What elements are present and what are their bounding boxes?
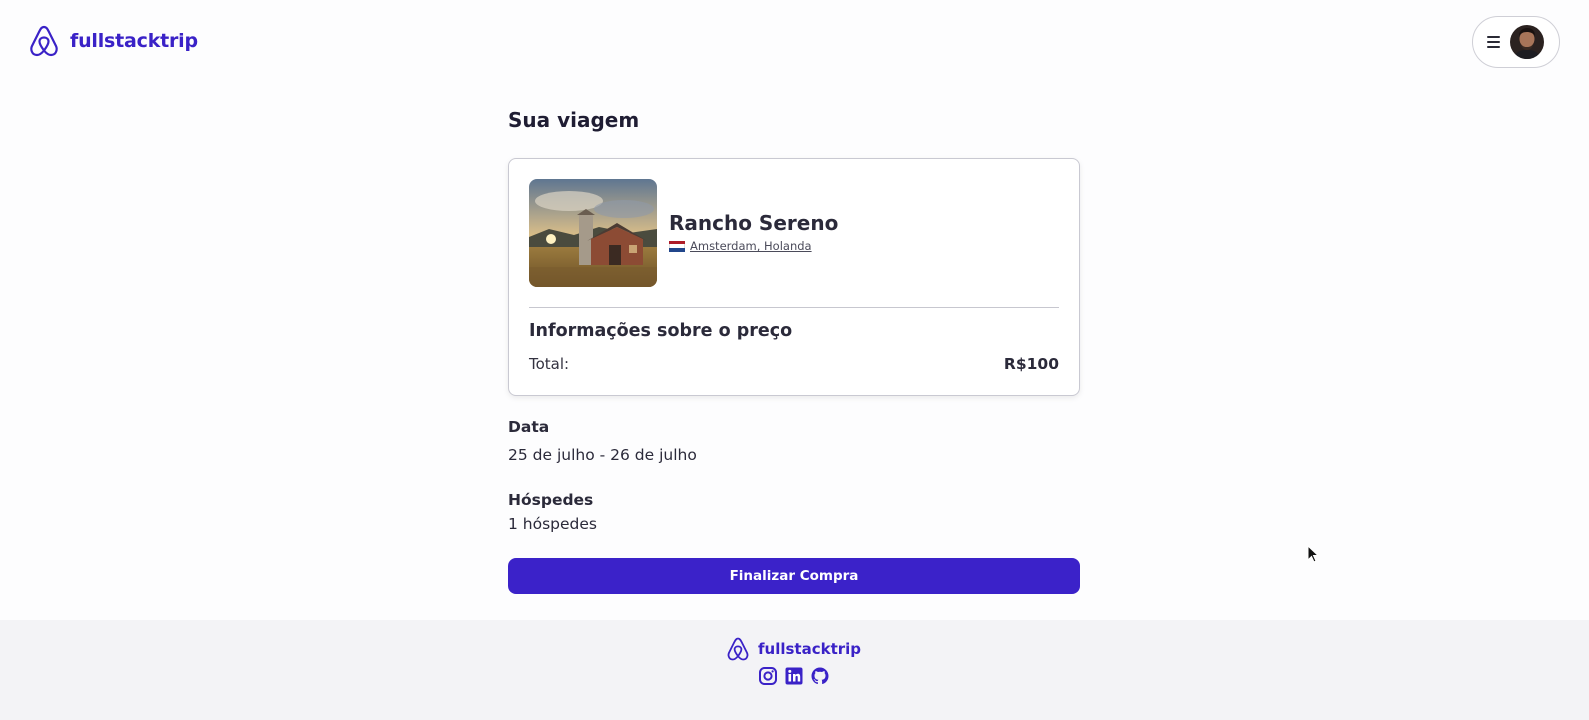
price-info-title: Informações sobre o preço bbox=[529, 321, 793, 341]
trip-card: Rancho Sereno Amsterdam, Holanda Informa… bbox=[508, 158, 1080, 396]
total-label: Total: bbox=[529, 355, 570, 373]
footer-brand-name: fullstacktrip bbox=[758, 640, 862, 658]
date-value: 25 de julho - 26 de julho bbox=[508, 446, 697, 464]
netherlands-flag-icon bbox=[669, 240, 685, 252]
trip-name: Rancho Sereno bbox=[669, 211, 839, 235]
date-label: Data bbox=[508, 418, 550, 436]
location-link[interactable]: Amsterdam, Holanda bbox=[690, 239, 812, 253]
airbnb-logo-icon bbox=[30, 25, 58, 57]
social-links bbox=[758, 666, 830, 686]
user-avatar bbox=[1510, 25, 1544, 59]
finish-purchase-button[interactable]: Finalizar Compra bbox=[508, 558, 1080, 594]
instagram-icon[interactable] bbox=[758, 666, 778, 686]
guests-value: 1 hóspedes bbox=[508, 515, 597, 533]
page-title: Sua viagem bbox=[508, 108, 640, 132]
mouse-cursor-icon bbox=[1307, 545, 1319, 563]
linkedin-icon[interactable] bbox=[784, 666, 804, 686]
brand-name: fullstacktrip bbox=[70, 30, 198, 52]
card-divider bbox=[529, 307, 1059, 308]
user-menu-button[interactable] bbox=[1472, 16, 1560, 68]
trip-location: Amsterdam, Holanda bbox=[669, 239, 812, 253]
footer: fullstacktrip bbox=[0, 620, 1589, 720]
github-icon[interactable] bbox=[810, 666, 830, 686]
header: fullstacktrip bbox=[0, 0, 1589, 84]
main-content: Sua viagem Rancho Sereno Amsterdam, Hola… bbox=[508, 108, 1080, 594]
hamburger-icon bbox=[1487, 36, 1500, 48]
trip-image bbox=[529, 179, 657, 287]
footer-brand: fullstacktrip bbox=[726, 636, 861, 662]
brand-logo-link[interactable]: fullstacktrip bbox=[28, 24, 198, 58]
total-value: R$100 bbox=[1003, 355, 1059, 373]
airbnb-logo-icon bbox=[727, 637, 749, 661]
guests-label: Hóspedes bbox=[508, 491, 594, 509]
